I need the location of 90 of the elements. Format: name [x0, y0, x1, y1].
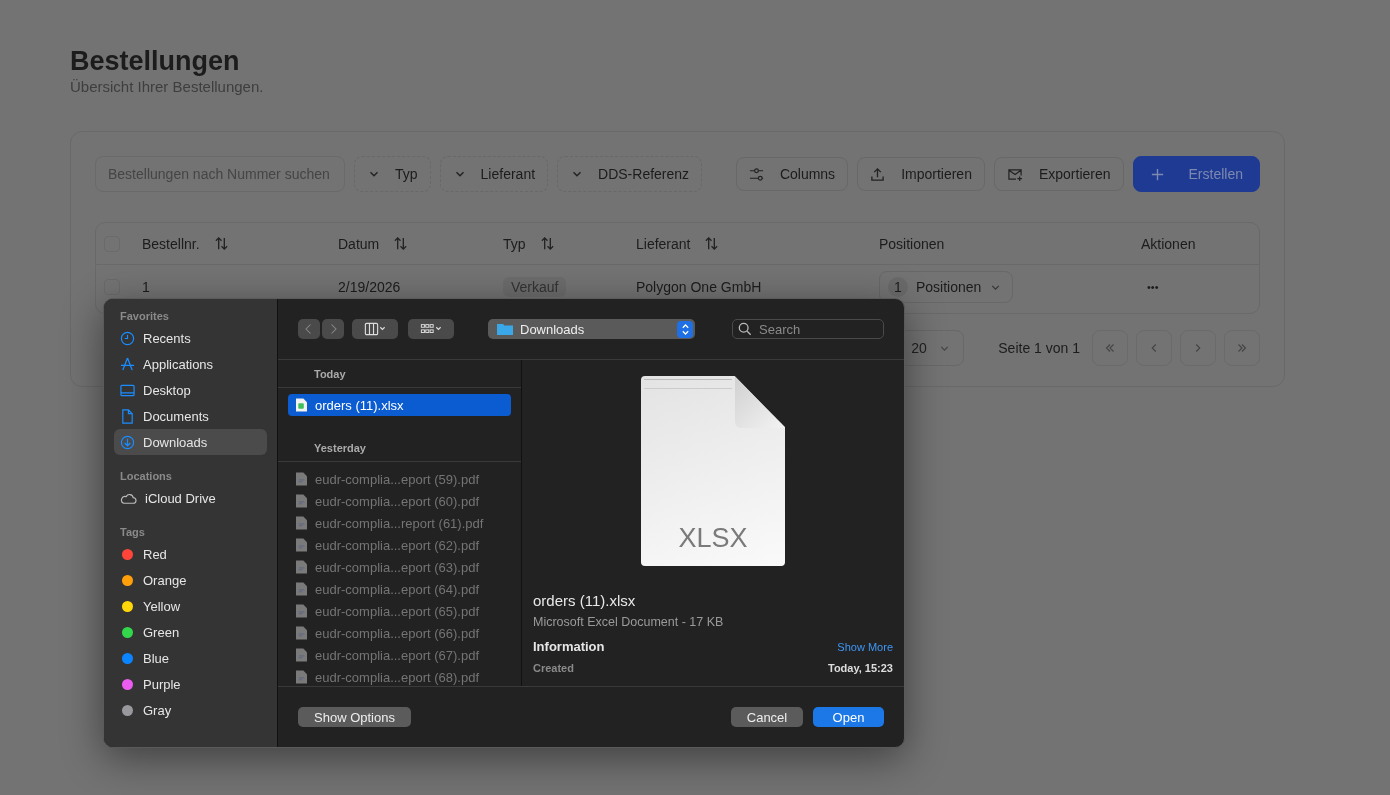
sidebar-item[interactable]: Downloads [114, 429, 267, 455]
column-header[interactable]: Lieferant [636, 235, 720, 252]
forward-button[interactable] [322, 319, 344, 339]
stepper-icon [677, 320, 693, 338]
document-file-icon [296, 538, 307, 552]
document-file-icon [296, 560, 307, 574]
columns-button[interactable]: Columns [735, 157, 849, 191]
import-button[interactable]: Importieren [857, 157, 985, 191]
create-button[interactable]: Erstellen [1132, 156, 1260, 192]
information-heading: Information [533, 639, 605, 654]
document-file-icon [296, 582, 307, 596]
document-file-icon [296, 648, 307, 662]
document-file-icon [296, 516, 307, 530]
dialog-search-field[interactable]: Search [732, 319, 884, 339]
column-header[interactable]: Typ [503, 235, 555, 252]
column-header: Positionen [879, 235, 945, 252]
double-chevron-right-icon [1235, 341, 1249, 355]
column-header[interactable]: Datum [338, 235, 409, 252]
file-item[interactable]: orders (11).xlsx [288, 394, 511, 416]
clock-icon [120, 330, 135, 346]
column-view-button[interactable] [352, 319, 398, 339]
sidebar-item[interactable]: Purple [114, 671, 267, 697]
sidebar-heading: Tags [119, 525, 146, 540]
sort-icon [704, 236, 720, 251]
show-more-link[interactable]: Show More [837, 640, 893, 653]
sidebar-item[interactable]: Desktop [114, 377, 267, 403]
page-info: Seite 1 von 1 [998, 340, 1080, 356]
download-icon [120, 434, 135, 450]
previous-page-button[interactable] [1136, 330, 1172, 366]
sidebar-heading: Favorites [119, 309, 170, 324]
table-cell: 2/19/2026 [338, 279, 401, 295]
upload-icon [870, 166, 886, 182]
show-options-button[interactable]: Show Options [298, 707, 411, 727]
preview-file-info: Microsoft Excel Document - 17 KB [533, 615, 725, 629]
group-heading: Yesterday [278, 440, 521, 462]
sidebar-item[interactable]: Documents [114, 403, 267, 429]
table-cell: Polygon One GmbH [636, 279, 762, 295]
export-button[interactable]: Exportieren [993, 157, 1124, 191]
last-page-button[interactable] [1224, 330, 1260, 366]
sidebar-item[interactable]: Orange [114, 567, 267, 593]
group-heading: Today [278, 366, 521, 388]
double-chevron-left-icon [1103, 341, 1117, 355]
sidebar-item[interactable]: Recents [114, 325, 267, 351]
positions-dropdown[interactable]: 1 Positionen [879, 271, 1014, 303]
preview-file-name: orders (11).xlsx [533, 592, 637, 609]
sidebar-heading: Locations [119, 469, 173, 484]
sidebar-item[interactable]: iCloud Drive [114, 485, 267, 511]
table-cell: 1 [142, 279, 150, 295]
sort-icon [213, 236, 229, 251]
document-file-icon [296, 626, 307, 640]
back-button[interactable] [298, 319, 320, 339]
sidebar-item[interactable]: Gray [114, 697, 267, 723]
spreadsheet-file-icon [296, 398, 307, 412]
search-icon [738, 322, 752, 336]
sidebar-item[interactable]: Green [114, 619, 267, 645]
info-label: Created [533, 662, 574, 674]
open-button[interactable]: Open [813, 707, 884, 727]
next-page-button[interactable] [1180, 330, 1216, 366]
document-file-icon [296, 670, 307, 684]
document-file-icon [296, 494, 307, 508]
grid-icon [418, 322, 444, 336]
cancel-button[interactable]: Cancel [731, 707, 803, 727]
mail-plus-icon [1006, 166, 1023, 182]
columns-icon [362, 322, 388, 336]
first-page-button[interactable] [1092, 330, 1128, 366]
filter-button[interactable]: DDS-Referenz [557, 156, 703, 192]
page-title: Bestellungen [70, 45, 240, 77]
plus-icon [1149, 166, 1165, 182]
sliders-icon [748, 166, 764, 182]
folder-icon [496, 322, 514, 336]
filter-button[interactable]: Lieferant [439, 156, 549, 192]
desktop-icon [120, 382, 135, 398]
sort-icon [393, 236, 409, 251]
document-file-icon [296, 604, 307, 618]
info-value: Today, 15:23 [828, 662, 893, 674]
more-button[interactable]: ••• [1147, 281, 1159, 293]
sidebar-item[interactable]: Yellow [114, 593, 267, 619]
compass-tool-icon [120, 356, 135, 372]
sidebar-item[interactable]: Applications [114, 351, 267, 377]
filter-button[interactable]: Typ [354, 156, 431, 192]
location-popup[interactable]: Downloads [488, 319, 695, 339]
document-file-icon [296, 472, 307, 486]
column-header: Aktionen [1141, 235, 1196, 252]
sidebar-item[interactable]: Blue [114, 645, 267, 671]
sidebar-item[interactable]: Red [114, 541, 267, 567]
column-header[interactable]: Bestellnr. [142, 235, 229, 252]
group-view-button[interactable] [408, 319, 454, 339]
sort-icon [539, 236, 555, 251]
document-icon [120, 408, 135, 424]
spreadsheet-document-icon: XLSX [641, 376, 785, 566]
